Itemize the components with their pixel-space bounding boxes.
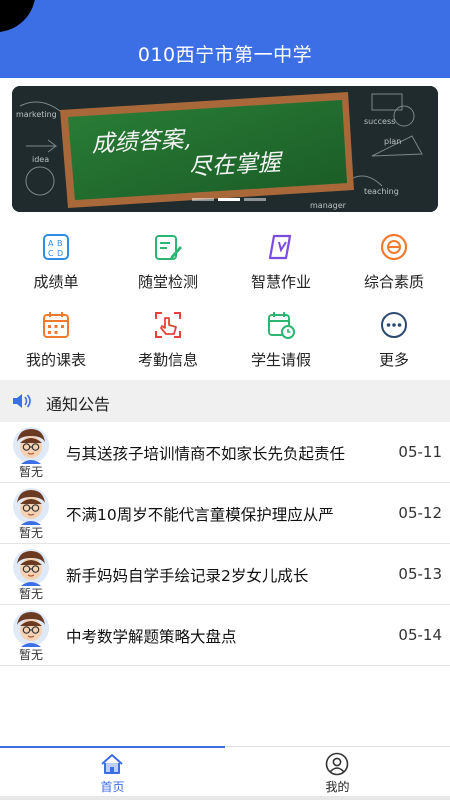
grid-label: 随堂检测 [137,273,198,291]
grid-item-homework[interactable]: 智慧作业 [225,222,337,292]
svg-text:D: D [57,249,63,258]
banner-carousel[interactable]: marketing success plan teaching manager … [12,86,438,212]
grid-label: 考勤信息 [137,351,198,369]
home-icon [101,754,123,774]
grid-item-quality[interactable]: 综合素质 [338,222,450,292]
user-icon [325,752,349,776]
app-header: 010西宁市第一中学 [0,0,450,78]
notice-row[interactable]: 暂无 新手妈妈自学手绘记录2岁女儿成长 05-13 [0,544,450,605]
leave-calendar-icon [268,312,295,339]
bottom-tab-bar: 首页 我的 [0,746,450,800]
avatar [13,549,49,586]
notice-date: 05-14 [398,626,442,644]
speaker-icon [13,394,31,408]
grid-label: 我的课表 [25,351,86,369]
grid-item-more[interactable]: 更多 [338,300,450,370]
grid-item-class-test[interactable]: 随堂检测 [112,222,224,292]
grid-label: 成绩单 [33,273,79,291]
banner-headline-1: 成绩答案, [91,127,192,158]
notice-row[interactable]: 暂无 中考数学解题策略大盘点 05-14 [0,605,450,666]
doodle-manager: manager [310,201,347,210]
svg-text:A: A [48,239,54,248]
notice-section-title: 通知公告 [46,395,111,414]
svg-text:B: B [57,239,63,248]
svg-text:C: C [48,249,54,258]
status-corner [0,0,42,35]
grid-label: 综合素质 [363,273,424,291]
notice-author: 暂无 [18,587,43,601]
doodle-teaching: teaching [364,187,399,196]
notice-row[interactable]: 暂无 与其送孩子培训情商不如家长先负起责任 05-11 [0,422,450,483]
edit-test-icon [155,235,182,260]
notice-author: 暂无 [18,465,43,479]
nav-gesture-strip [0,796,450,800]
carousel-dot[interactable] [192,198,214,201]
banner-headline-2: 尽在掌握 [188,150,284,181]
grid-item-leave[interactable]: 学生请假 [225,300,337,370]
notice-date: 05-11 [398,443,442,461]
doodle-plan: plan [384,137,401,146]
avatar [13,488,49,525]
grid-item-attendance[interactable]: 考勤信息 [112,300,224,370]
tab-mine[interactable]: 我的 [225,747,450,800]
doodle-success: success [364,117,395,126]
notice-title: 中考数学解题策略大盘点 [66,628,237,646]
page-title: 010西宁市第一中学 [137,44,313,66]
notice-date: 05-13 [398,565,442,583]
grid-label: 更多 [378,351,409,369]
quality-icon [380,233,408,261]
grid-label: 学生请假 [250,351,311,369]
notice-title: 不满10周岁不能代言童模保护理应从严 [66,506,334,524]
tab-label: 我的 [325,780,350,794]
homework-icon [268,234,292,260]
banner-image: marketing success plan teaching manager … [12,86,438,212]
doodle-marketing: marketing [16,110,57,119]
tab-label: 首页 [100,780,125,794]
notice-date: 05-12 [398,504,442,522]
grid-item-grades[interactable]: A B C D 成绩单 [0,222,112,292]
grid-item-timetable[interactable]: 我的课表 [0,300,112,370]
report-card-icon: A B C D [43,234,69,260]
notice-section-header: 通知公告 [0,380,450,422]
notice-author: 暂无 [18,648,43,662]
doodle-idea: idea [32,155,49,164]
timetable-icon [43,312,69,338]
carousel-dot-active[interactable] [218,198,240,201]
more-icon [381,312,407,338]
tab-home[interactable]: 首页 [0,747,225,800]
avatar [13,610,49,647]
notice-title: 新手妈妈自学手绘记录2岁女儿成长 [66,567,309,585]
carousel-dot[interactable] [244,198,266,201]
grid-label: 智慧作业 [250,273,311,291]
attendance-icon [155,312,181,338]
avatar [13,427,49,464]
notice-title: 与其送孩子培训情商不如家长先负起责任 [66,445,346,463]
notice-author: 暂无 [18,526,43,540]
notice-row[interactable]: 暂无 不满10周岁不能代言童模保护理应从严 05-12 [0,483,450,544]
